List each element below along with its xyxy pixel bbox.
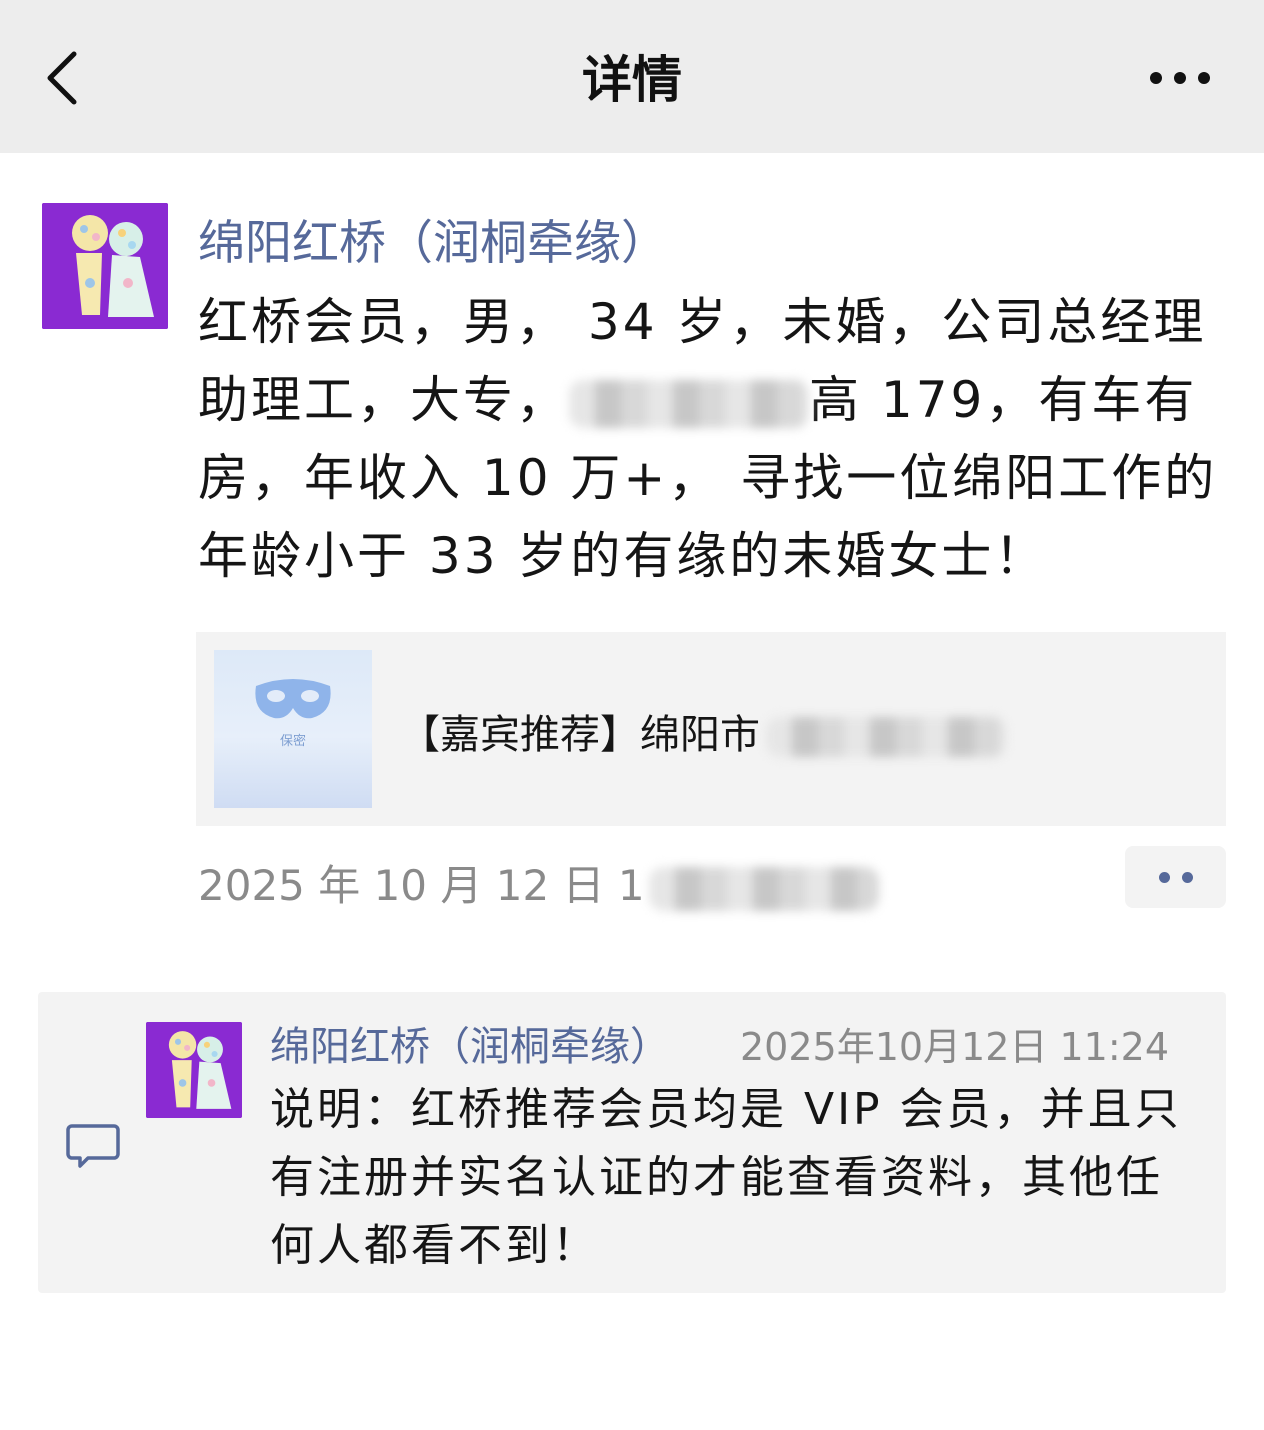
ellipsis-icon	[1150, 72, 1210, 84]
more-button[interactable]	[1140, 50, 1220, 106]
redacted-time	[648, 866, 879, 911]
navbar: 详情	[0, 0, 1264, 153]
redacted-title	[766, 717, 1006, 757]
chevron-left-icon	[47, 51, 77, 105]
comment-text: 说明：红桥推荐会员均是 VIP 会员，并且只有注册并实名认证的才能查看资料，其他…	[270, 1084, 1182, 1271]
article-title-text: 【嘉宾推荐】绵阳市	[400, 712, 760, 758]
couple-avatar-image	[42, 203, 168, 329]
author-name[interactable]: 绵阳红桥（润桐牵缘）	[198, 204, 668, 273]
post-time-text: 2025 年 10 月 12 日 1	[198, 861, 645, 910]
comment-section: 绵阳红桥（润桐牵缘） 2025年10月12日 11:24 说明：红桥推荐会员均是…	[38, 992, 1226, 1293]
post-timestamp: 2025 年 10 月 12 日 1	[198, 852, 879, 913]
two-dots-icon	[1158, 871, 1170, 883]
mask-icon	[255, 679, 331, 719]
couple-avatar-image	[146, 1022, 242, 1118]
redacted-text	[569, 379, 809, 428]
shared-article-card[interactable]: 保密 【嘉宾推荐】绵阳市	[196, 632, 1226, 826]
page-title: 详情	[582, 51, 682, 109]
comment-icon	[66, 1124, 120, 1168]
comment-author-name[interactable]: 绵阳红桥（润桐牵缘）	[270, 1014, 670, 1072]
article-title: 【嘉宾推荐】绵阳市	[400, 702, 1006, 760]
two-dots-icon	[1181, 871, 1193, 883]
article-thumbnail: 保密	[214, 650, 372, 808]
author-avatar[interactable]	[42, 203, 168, 329]
comment-author-avatar[interactable]	[146, 1022, 242, 1118]
post-text: 红桥会员，男， 34 岁，未婚，公司总经理助理工，大专，高 179，有车有房，年…	[198, 283, 1228, 595]
comment-timestamp: 2025年10月12日 11:24	[740, 1025, 1170, 1069]
post-actions-button[interactable]	[1125, 846, 1226, 908]
back-button[interactable]	[30, 38, 94, 118]
thumbnail-label: 保密	[279, 734, 306, 749]
